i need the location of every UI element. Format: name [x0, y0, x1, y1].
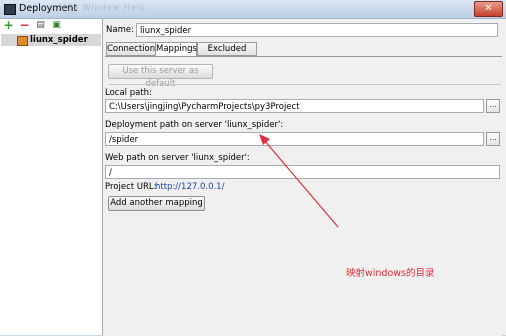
annotation-arrow: [259, 134, 339, 228]
